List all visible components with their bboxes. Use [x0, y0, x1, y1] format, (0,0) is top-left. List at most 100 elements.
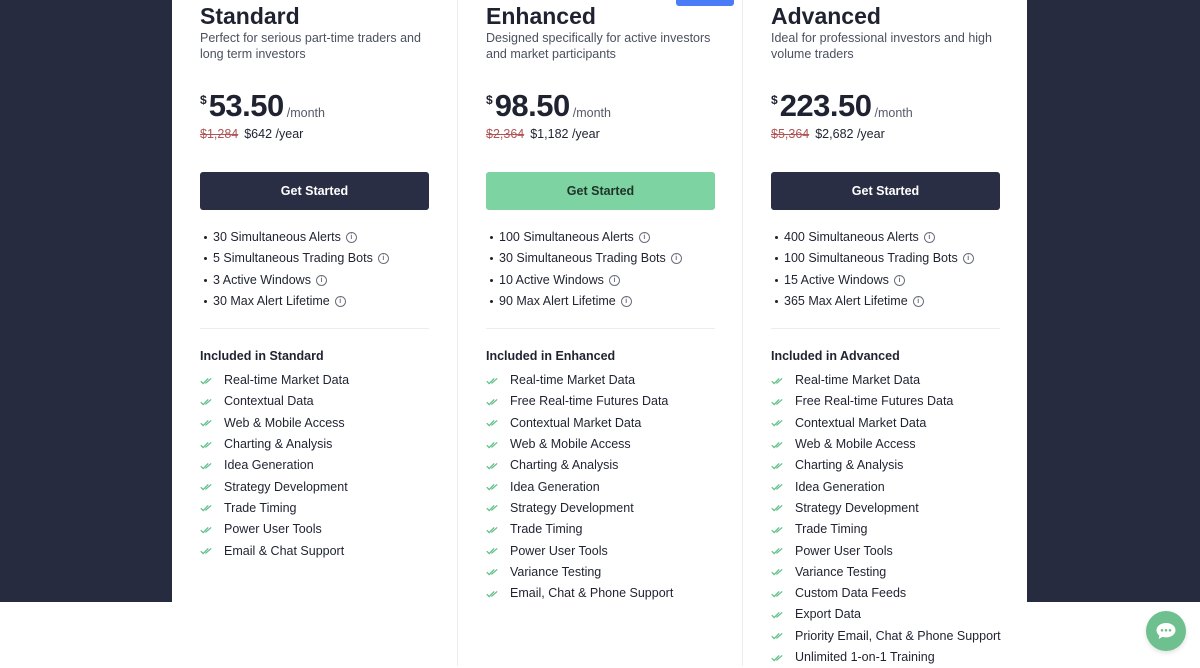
info-icon[interactable]: i — [620, 296, 632, 308]
check-icon — [486, 505, 498, 512]
feature-label: Unlimited 1-on-1 Training — [795, 650, 935, 664]
get-started-button[interactable]: Get Started — [486, 172, 715, 210]
info-icon[interactable]: i — [893, 274, 905, 286]
feature-item: Power User Tools — [771, 540, 1001, 561]
feature-item: Export Data — [771, 604, 1001, 625]
check-icon — [486, 398, 498, 406]
feature-item: Email, Chat & Phone Support — [486, 583, 673, 604]
check-icon — [771, 420, 783, 427]
feature-item: Strategy Development — [200, 476, 349, 497]
feature-item: Real-time Market Data — [200, 370, 349, 391]
feature-list: Real-time Market Data Free Real-time Futu… — [486, 370, 673, 604]
new-yearly-price: $1,182 /year — [530, 127, 600, 141]
feature-label: Contextual Data — [224, 394, 314, 409]
limit-item: 90 Max Alert Lifetime i — [490, 291, 682, 312]
chat-bubble-icon — [1156, 623, 1176, 639]
feature-item: Power User Tools — [486, 540, 673, 561]
plan-limits: 30 Simultaneous Alerts i 5 Simultaneous T… — [204, 227, 389, 312]
plan-enhanced: Enhanced Designed specifically for activ… — [457, 0, 742, 666]
feature-item: Free Real-time Futures Data — [486, 391, 673, 412]
feature-item: Idea Generation — [771, 476, 1001, 497]
check-icon — [486, 441, 498, 448]
info-icon[interactable]: i — [608, 274, 620, 286]
feature-label: Power User Tools — [795, 543, 893, 558]
feature-label: Priority Email, Chat & Phone Support — [795, 628, 1001, 643]
feature-label: Real-time Market Data — [224, 373, 350, 388]
info-icon[interactable]: i — [345, 232, 357, 244]
feature-list: Real-time Market Data Contextual Data Web … — [200, 370, 349, 562]
check-icon — [486, 526, 498, 534]
feature-item: Charting & Analysis — [200, 434, 349, 455]
price-amount: 98.50 — [494, 88, 571, 123]
divider — [486, 328, 715, 329]
plan-description: Perfect for serious part-time traders an… — [200, 31, 421, 61]
feature-label: Trade Timing — [510, 522, 583, 537]
plan-description: Designed specifically for active investo… — [486, 31, 711, 61]
feature-item: Idea Generation — [200, 455, 349, 476]
get-started-button[interactable]: Get Started — [771, 172, 1000, 210]
feature-label: Web & Mobile Access — [795, 437, 916, 452]
old-yearly-price: $5,364 — [771, 127, 810, 141]
feature-item: Trade Timing — [200, 498, 349, 519]
feature-item: Contextual Market Data — [771, 413, 1001, 434]
check-icon — [200, 398, 212, 406]
feature-label: Idea Generation — [510, 479, 600, 494]
price-period: /month — [572, 106, 611, 120]
chat-button[interactable] — [1146, 611, 1186, 651]
info-icon[interactable]: i — [923, 232, 935, 244]
check-icon — [486, 569, 498, 576]
feature-item: Web & Mobile Access — [771, 434, 1001, 455]
limit-label: 30 Simultaneous Trading Bots — [499, 251, 666, 266]
check-icon — [771, 590, 783, 598]
limit-label: 400 Simultaneous Alerts — [784, 230, 919, 245]
feature-item: Email & Chat Support — [200, 540, 349, 561]
check-icon — [486, 547, 498, 555]
feature-item: Idea Generation — [486, 476, 673, 497]
feature-item: Contextual Data — [200, 391, 349, 412]
currency-symbol: $ — [771, 93, 778, 107]
check-icon — [486, 420, 498, 427]
feature-item: Web & Mobile Access — [200, 413, 349, 434]
yearly-price: $5,364 $2,682 /year — [771, 127, 885, 141]
info-icon[interactable]: i — [912, 296, 924, 308]
check-icon — [486, 484, 498, 491]
feature-label: Email & Chat Support — [224, 543, 345, 558]
new-yearly-price: $642 /year — [244, 127, 304, 141]
plan-name: Standard — [200, 3, 300, 29]
included-title: Included in Enhanced — [486, 349, 616, 363]
feature-label: Email, Chat & Phone Support — [510, 586, 674, 601]
info-icon[interactable]: i — [377, 253, 389, 265]
info-icon[interactable]: i — [334, 296, 346, 308]
info-icon[interactable]: i — [315, 274, 327, 286]
limit-label: 100 Simultaneous Trading Bots — [784, 251, 958, 266]
info-icon[interactable]: i — [962, 253, 974, 265]
check-icon — [771, 611, 783, 619]
info-icon[interactable]: i — [638, 232, 650, 244]
info-icon[interactable]: i — [670, 253, 682, 265]
popular-badge — [676, 0, 734, 6]
feature-label: Web & Mobile Access — [510, 437, 631, 452]
bullet-icon — [204, 257, 207, 261]
check-icon — [771, 547, 783, 555]
feature-label: Idea Generation — [224, 458, 314, 473]
feature-list: Real-time Market Data Free Real-time Futu… — [771, 370, 1001, 668]
bullet-icon — [490, 236, 493, 240]
get-started-button[interactable]: Get Started — [200, 172, 429, 210]
bullet-icon — [775, 257, 778, 261]
limit-label: 3 Active Windows — [213, 272, 311, 287]
check-icon — [771, 441, 783, 448]
limit-label: 30 Max Alert Lifetime — [213, 294, 330, 309]
feature-label: Contextual Market Data — [510, 415, 642, 430]
feature-item: Real-time Market Data — [486, 370, 673, 391]
old-yearly-price: $1,284 — [200, 127, 239, 141]
limit-label: 5 Simultaneous Trading Bots — [213, 251, 373, 266]
check-icon — [486, 590, 498, 598]
check-icon — [200, 377, 212, 385]
yearly-price: $2,364 $1,182 /year — [486, 127, 600, 141]
feature-label: Charting & Analysis — [510, 458, 619, 473]
feature-label: Variance Testing — [795, 564, 887, 579]
limit-item: 30 Simultaneous Trading Bots i — [490, 248, 682, 269]
check-icon — [200, 441, 212, 448]
limit-item: 30 Simultaneous Alerts i — [204, 227, 389, 248]
limit-item: 100 Simultaneous Trading Bots i — [775, 248, 974, 269]
